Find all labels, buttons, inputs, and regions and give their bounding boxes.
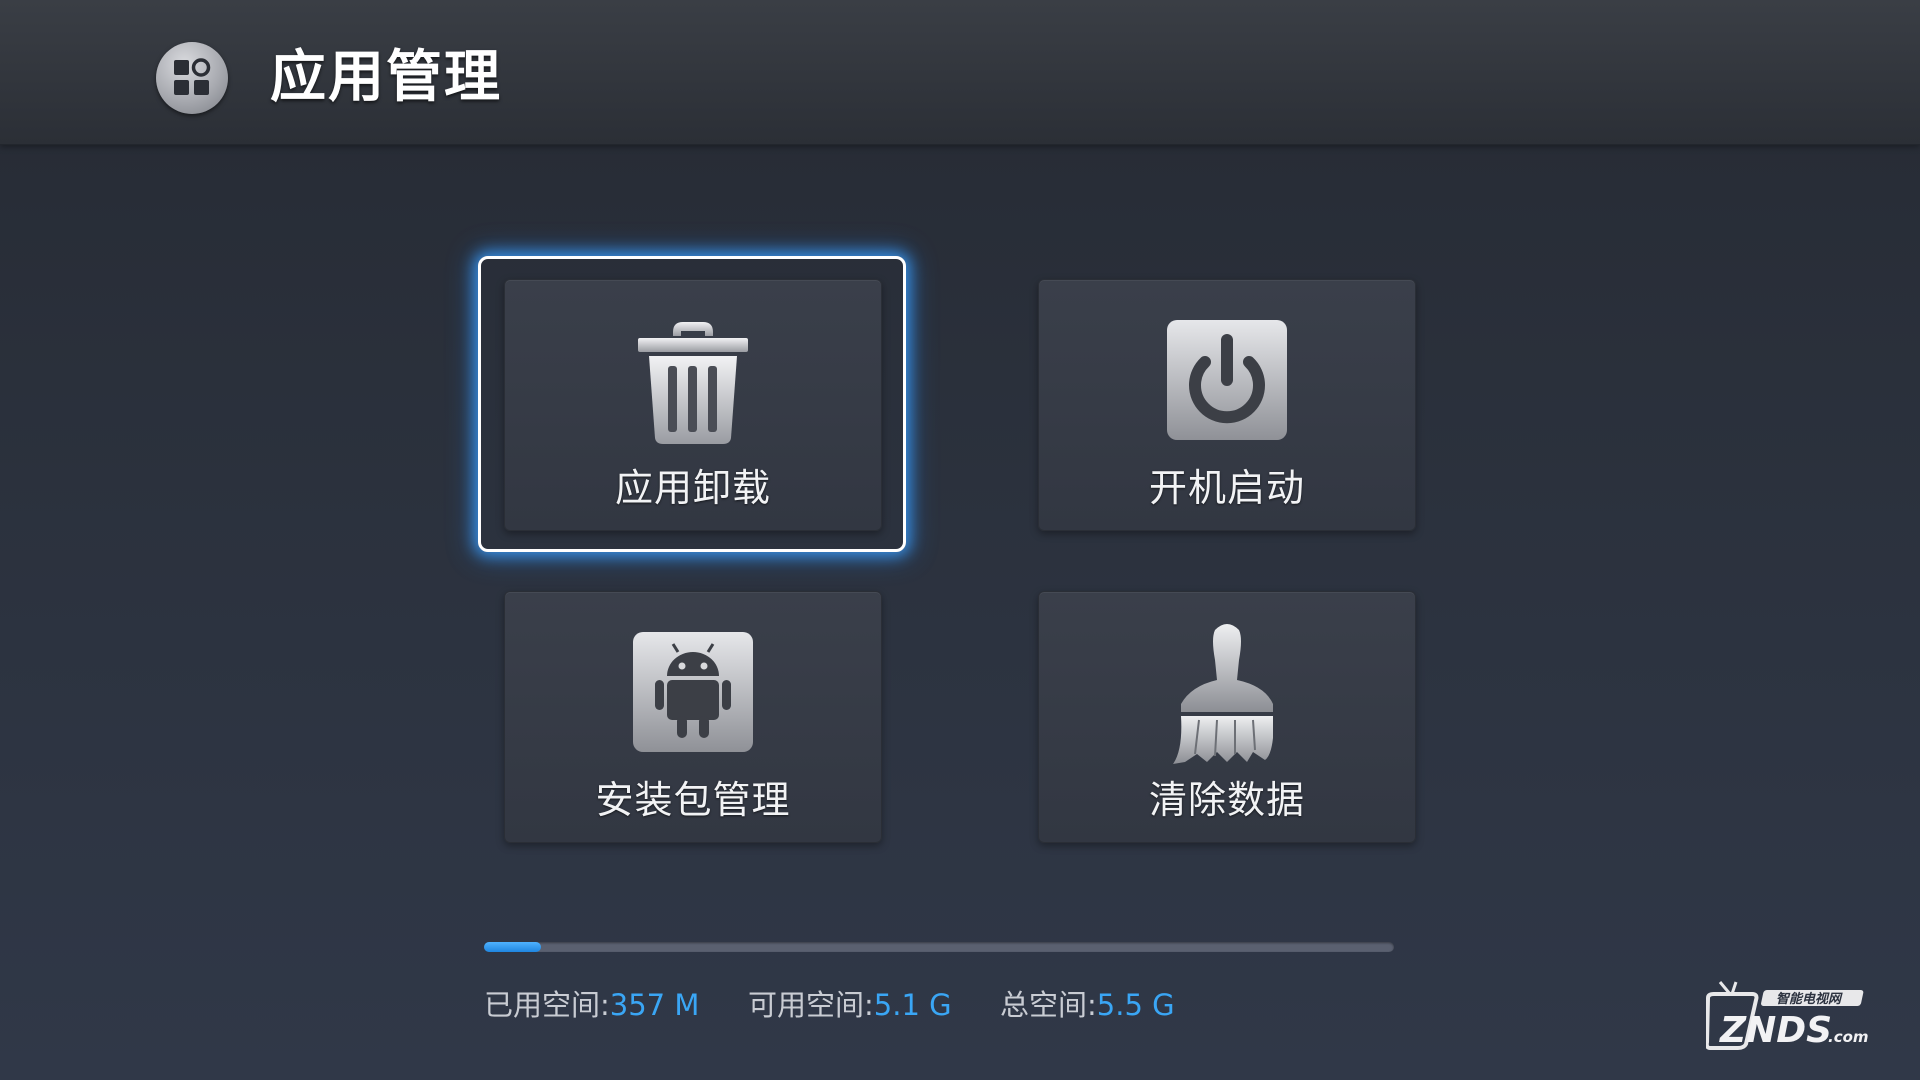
watermark-top-text: 智能电视网 (1776, 991, 1843, 1007)
total-space-value: 5.5 G (1096, 988, 1175, 1022)
watermark-suffix: .com (1828, 1028, 1869, 1046)
used-space-label: 已用空间: (484, 988, 610, 1022)
tile-label: 应用卸载 (614, 466, 771, 510)
brush-icon (1169, 620, 1285, 770)
android-icon (631, 630, 755, 758)
tile-label: 开机启动 (1148, 466, 1305, 510)
trash-icon (635, 318, 751, 450)
page-title: 应用管理 (270, 45, 502, 110)
used-space-value: 357 M (609, 988, 700, 1022)
used-space: 已用空间:357 M (484, 985, 699, 1025)
total-space-label: 总空间: (1000, 988, 1097, 1022)
total-space: 总空间:5.5 G (1000, 985, 1175, 1025)
storage-progress-fill (484, 942, 542, 952)
tile-label: 安装包管理 (595, 778, 791, 822)
free-space: 可用空间:5.1 G (748, 985, 952, 1025)
tile-boot-startup[interactable]: 开机启动 (1038, 279, 1416, 531)
app-header: 应用管理 (0, 0, 1920, 145)
tile-clear-data[interactable]: 清除数据 (1038, 591, 1416, 843)
storage-progress-bar (484, 942, 1394, 952)
znds-watermark-logo: 智能电视网 ZNDS .com (1704, 980, 1876, 1051)
tile-uninstall[interactable]: 应用卸载 (504, 279, 882, 531)
app-grid-icon (156, 42, 228, 114)
free-space-value: 5.1 G (873, 988, 952, 1022)
free-space-label: 可用空间: (748, 988, 874, 1022)
watermark-brand: ZNDS (1719, 1010, 1832, 1050)
power-icon (1165, 318, 1289, 446)
tile-package-manager[interactable]: 安装包管理 (504, 591, 882, 843)
tile-label: 清除数据 (1148, 778, 1305, 822)
